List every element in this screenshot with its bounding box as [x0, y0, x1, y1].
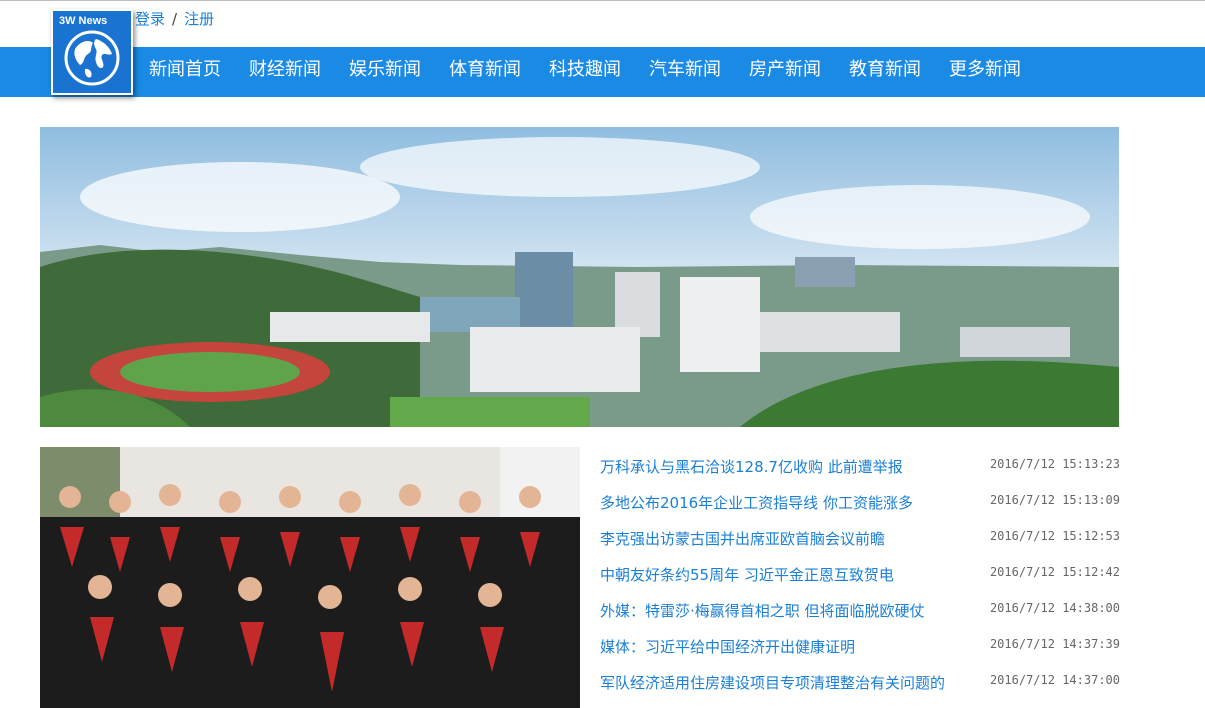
news-title-link[interactable]: 军队经济适用住房建设项目专项清理整治有关问题的 [600, 672, 975, 693]
news-title-link[interactable]: 多地公布2016年企业工资指导线 你工资能涨多 [600, 492, 975, 513]
news-item: 李克强出访蒙古国并出席亚欧首脑会议前瞻 2016/7/12 15:12:53 [600, 519, 1120, 555]
nav-item-realestate[interactable]: 房产新闻 [735, 47, 835, 97]
nav-item-more[interactable]: 更多新闻 [935, 47, 1035, 97]
news-title-link[interactable]: 媒体：习近平给中国经济开出健康证明 [600, 636, 975, 657]
news-timestamp: 2016/7/12 14:38:00 [989, 601, 1120, 615]
news-item: 外媒：特雷莎·梅赢得首相之职 但将面临脱欧硬仗 2016/7/12 14:38:… [600, 591, 1120, 627]
news-title-link[interactable]: 万科承认与黑石洽谈128.7亿收购 此前遭举报 [600, 456, 975, 477]
news-title-link[interactable]: 中朝友好条约55周年 习近平金正恩互致贺电 [600, 564, 975, 585]
nav-item-home[interactable]: 新闻首页 [135, 47, 235, 97]
news-timestamp: 2016/7/12 14:37:39 [989, 637, 1120, 651]
main-nav: 新闻首页 财经新闻 娱乐新闻 体育新闻 科技趣闻 汽车新闻 房产新闻 教育新闻 … [0, 47, 1205, 97]
news-timestamp: 2016/7/12 15:12:53 [989, 529, 1120, 543]
news-title-link[interactable]: 李克强出访蒙古国并出席亚欧首脑会议前瞻 [600, 528, 975, 549]
news-timestamp: 2016/7/12 14:37:00 [989, 673, 1120, 687]
site-logo[interactable]: 3W News [51, 9, 133, 95]
nav-item-tech[interactable]: 科技趣闻 [535, 47, 635, 97]
nav-item-finance[interactable]: 财经新闻 [235, 47, 335, 97]
news-item: 万科承认与黑石洽谈128.7亿收购 此前遭举报 2016/7/12 15:13:… [600, 447, 1120, 483]
news-item: 军队经济适用住房建设项目专项清理整治有关问题的 2016/7/12 14:37:… [600, 663, 1120, 699]
hero-banner-image [40, 127, 1119, 427]
login-link[interactable]: 登录 [135, 10, 165, 28]
nav-item-auto[interactable]: 汽车新闻 [635, 47, 735, 97]
news-item: 媒体：习近平给中国经济开出健康证明 2016/7/12 14:37:39 [600, 627, 1120, 663]
top-border [0, 0, 1205, 1]
news-list: 万科承认与黑石洽谈128.7亿收购 此前遭举报 2016/7/12 15:13:… [600, 447, 1120, 699]
globe-icon [64, 30, 120, 86]
auth-separator: / [172, 10, 178, 28]
news-timestamp: 2016/7/12 15:13:23 [989, 457, 1120, 471]
news-title-link[interactable]: 外媒：特雷莎·梅赢得首相之职 但将面临脱欧硬仗 [600, 600, 975, 621]
graduation-photo [40, 447, 580, 708]
news-item: 中朝友好条约55周年 习近平金正恩互致贺电 2016/7/12 15:12:42 [600, 555, 1120, 591]
auth-links: 登录 / 注册 [135, 8, 214, 29]
nav-item-sports[interactable]: 体育新闻 [435, 47, 535, 97]
nav-item-education[interactable]: 教育新闻 [835, 47, 935, 97]
register-link[interactable]: 注册 [184, 10, 214, 28]
news-timestamp: 2016/7/12 15:13:09 [989, 493, 1120, 507]
logo-text: 3W News [59, 15, 108, 27]
nav-item-entertainment[interactable]: 娱乐新闻 [335, 47, 435, 97]
news-item: 多地公布2016年企业工资指导线 你工资能涨多 2016/7/12 15:13:… [600, 483, 1120, 519]
news-timestamp: 2016/7/12 15:12:42 [989, 565, 1120, 579]
